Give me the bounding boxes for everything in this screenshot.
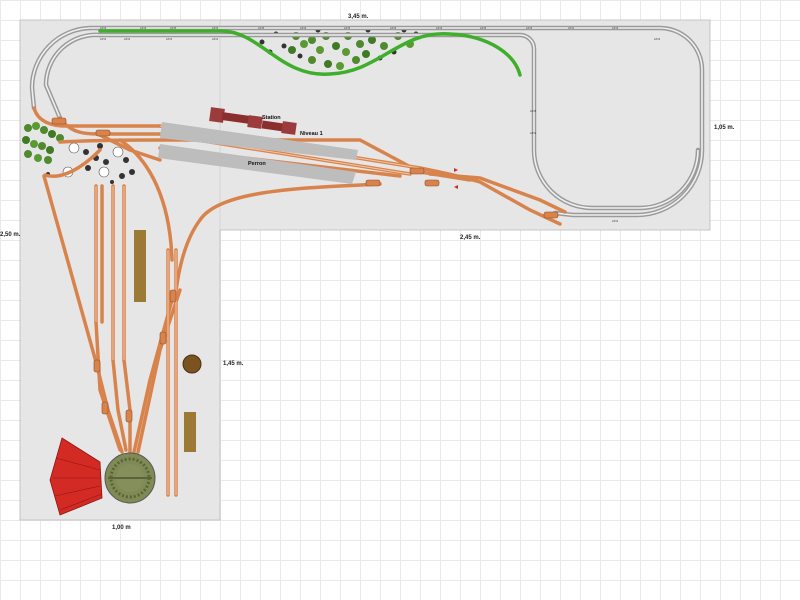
- track-code: L031: [654, 37, 661, 41]
- track-code: L031: [124, 37, 131, 41]
- track-code: L033: [140, 26, 147, 30]
- track-code: L033: [212, 26, 219, 30]
- level-label: Niveau 1: [300, 131, 323, 137]
- dimension-left-height: 2,50 m.: [0, 232, 21, 238]
- track-code: L031: [568, 26, 575, 30]
- track-code: L033: [526, 26, 533, 30]
- dimension-inner-height: 1,45 m.: [223, 361, 244, 367]
- track-code: L033: [344, 26, 351, 30]
- track-code: L031: [530, 131, 537, 135]
- siding-block-upper: [134, 230, 146, 302]
- track-code: L031: [212, 37, 219, 41]
- dimension-inner-width: 2,45 m.: [460, 235, 481, 241]
- siding-block-lower: [184, 412, 196, 452]
- track-code: L031: [166, 37, 173, 41]
- dimension-top-width: 3,45 m.: [348, 14, 369, 20]
- track-code: L031: [612, 219, 619, 223]
- dimension-bottom-width: 1,00 m: [112, 525, 131, 531]
- track-layout-plan: L033 L033 L033 L033 L033 L033 L033 L033 …: [0, 14, 735, 531]
- track-code: L033: [170, 26, 177, 30]
- track-code: L033: [100, 26, 107, 30]
- platform-label: Perron: [248, 161, 266, 167]
- dimension-right-height: 1,05 m.: [714, 125, 735, 131]
- station-label: Station: [262, 115, 281, 121]
- track-code: L033: [258, 26, 265, 30]
- track-code: L033: [390, 26, 397, 30]
- track-code: L033: [300, 26, 307, 30]
- track-code: L033: [480, 26, 487, 30]
- track-code: L033: [530, 109, 537, 113]
- turntable: [104, 452, 156, 504]
- track-code: L033: [436, 26, 443, 30]
- track-code: L033: [612, 26, 619, 30]
- water-tower: [182, 354, 202, 374]
- track-code: L031: [100, 37, 107, 41]
